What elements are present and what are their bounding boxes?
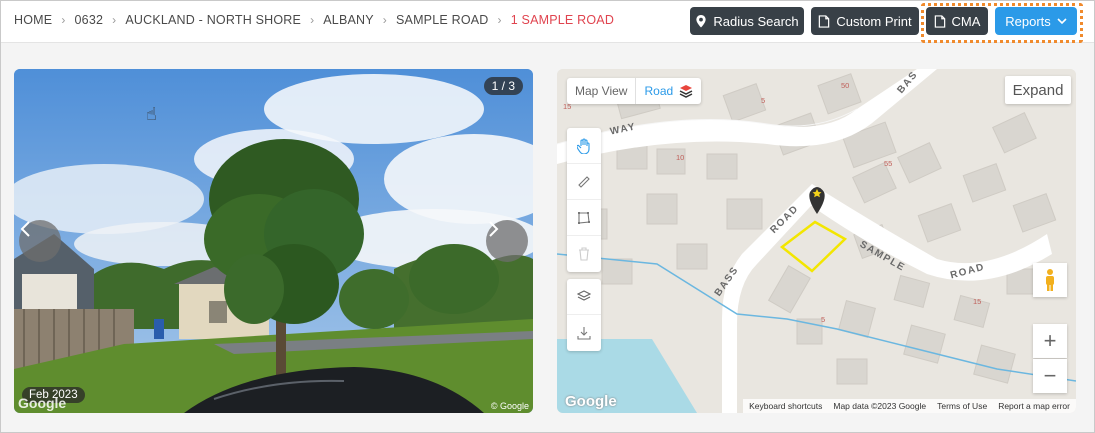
chevron-left-icon [20,221,30,237]
house-number: 5 [821,315,826,324]
street-view-pegman-button[interactable] [1033,263,1067,297]
document-icon [819,14,830,28]
layers-button[interactable] [567,279,601,315]
chevron-right-icon: › [382,13,387,27]
reports-label: Reports [1005,13,1051,29]
location-pin-icon [696,14,707,28]
google-logo: Google [565,393,617,410]
header-bar: HOME › 0632 › AUCKLAND - NORTH SHORE › A… [1,1,1094,43]
download-button[interactable] [567,315,601,351]
terms-of-use-link[interactable]: Terms of Use [937,401,987,411]
custom-print-button[interactable]: Custom Print [811,7,919,35]
breadcrumb-current-address: 1 SAMPLE ROAD [510,13,615,27]
map-tools-panel [567,128,601,272]
breadcrumb-street[interactable]: SAMPLE ROAD [396,13,489,27]
layers-color-icon [679,85,693,98]
reports-dropdown-button[interactable]: Reports [995,7,1077,35]
house-number: 10 [676,153,685,162]
cma-label: CMA [951,13,981,29]
google-watermark: Google [18,395,67,411]
breadcrumb-suburb[interactable]: ALBANY [323,13,374,27]
photo-counter: 1 / 3 [483,77,523,95]
custom-print-label: Custom Print [836,13,912,29]
next-photo-button[interactable] [486,220,528,262]
document-icon [934,14,945,28]
measure-tool-button[interactable] [567,164,601,200]
layers-icon [577,289,591,301]
zoom-out-button[interactable]: − [1033,359,1067,393]
road-view-label: Road [644,84,674,98]
ruler-icon [578,175,590,188]
property-map[interactable]: WAY BASS ROAD SAMPLE ROAD BAS 15 5 50 10… [557,69,1076,413]
map-data-credit: Map data ©2023 Google [833,401,927,411]
chevron-right-icon: › [497,13,502,27]
breadcrumb-home[interactable]: HOME [14,13,52,27]
map-view-option[interactable]: Map View [567,78,635,104]
radius-search-button[interactable]: Radius Search [690,7,804,35]
map-attribution: Keyboard shortcuts Map data ©2023 Google… [743,399,1076,413]
copyright-watermark: © Google [490,401,529,411]
house-number: 50 [841,81,850,90]
hand-cursor-icon: ☝ [146,104,157,124]
chevron-right-icon: › [310,13,315,27]
pan-tool-button[interactable] [567,128,601,164]
polygon-icon [578,211,590,224]
breadcrumb: HOME › 0632 › AUCKLAND - NORTH SHORE › A… [14,13,614,27]
radius-search-label: Radius Search [713,13,799,29]
map-type-toggle: Map View Road [567,78,702,104]
map-layers-panel [567,279,601,351]
street-view-image [14,69,533,413]
hand-icon [577,137,590,154]
delete-tool-button[interactable] [567,236,601,272]
trash-icon [579,247,589,261]
breadcrumb-postcode[interactable]: 0632 [75,13,104,27]
keyboard-shortcuts-link[interactable]: Keyboard shortcuts [749,401,822,411]
previous-photo-button[interactable] [19,220,61,262]
chevron-right-icon: › [61,13,66,27]
road-view-option[interactable]: Road [635,78,701,104]
breadcrumb-region[interactable]: AUCKLAND - NORTH SHORE [125,13,301,27]
report-map-error-link[interactable]: Report a map error [998,401,1070,411]
house-number: 15 [973,297,982,306]
expand-map-button[interactable]: Expand [1005,76,1071,104]
download-icon [577,327,591,340]
pegman-icon [1046,269,1054,291]
zoom-in-button[interactable]: + [1033,324,1067,358]
chevron-right-icon [489,221,499,237]
cma-button[interactable]: CMA [926,7,988,35]
chevron-down-icon [1057,17,1067,24]
house-number: 5 [761,96,766,105]
street-view-photo[interactable]: 1 / 3 ☝ Feb 2023 Google © Google [14,69,533,413]
house-number: 55 [884,159,893,168]
polygon-tool-button[interactable] [567,200,601,236]
chevron-right-icon: › [112,13,117,27]
